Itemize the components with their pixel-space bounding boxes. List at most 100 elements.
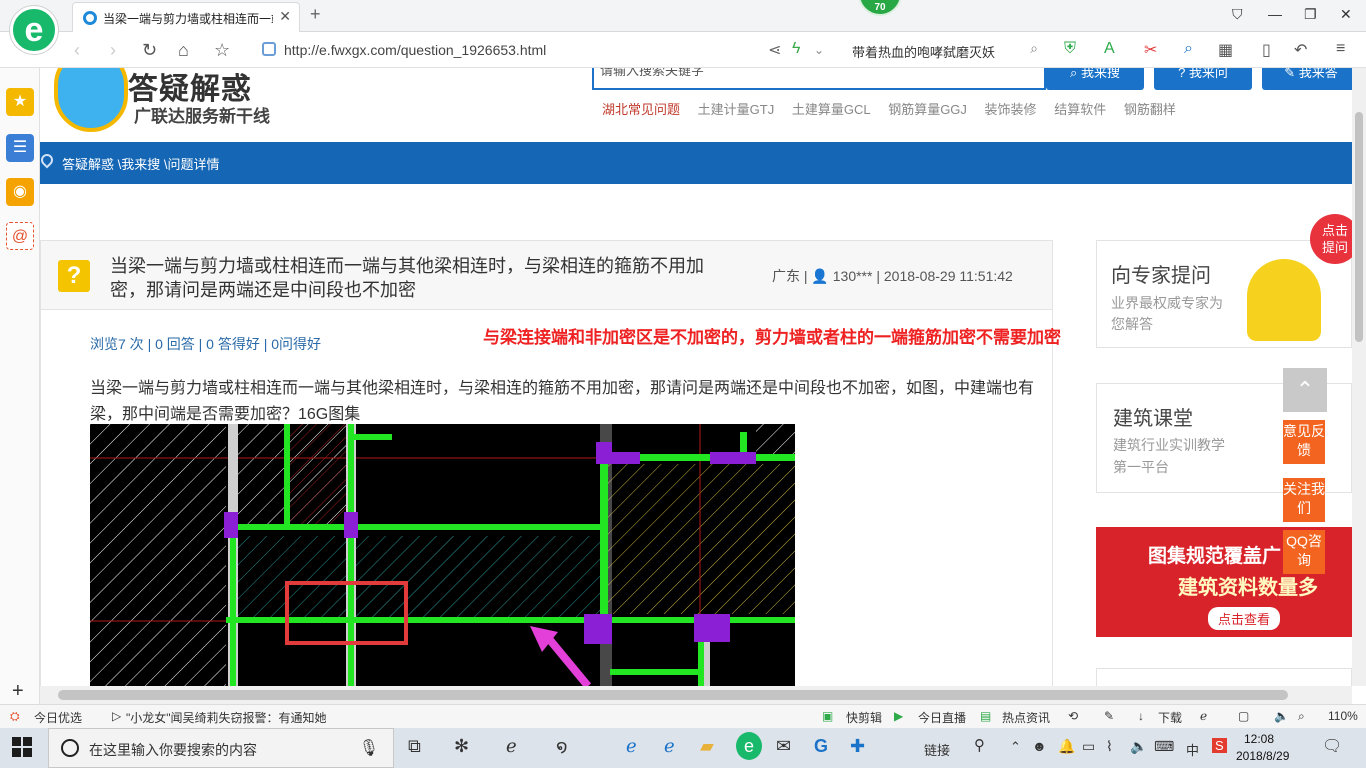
taskbar-link-label[interactable]: 链接 — [924, 740, 950, 759]
hot-link[interactable]: 结算软件 — [1054, 102, 1106, 117]
hot-news-link[interactable]: 热点资讯 — [1002, 709, 1050, 726]
site-search-input[interactable]: 请输入搜索关键字 — [592, 68, 1046, 90]
new-tab-button[interactable]: + — [310, 4, 321, 25]
security-shield-icon[interactable]: ⛨ — [1064, 40, 1076, 58]
news-ticker-link[interactable]: "小龙女"闻吴绮莉失窃报警：有通知她 — [126, 709, 327, 726]
follow-us-button[interactable]: 关注我们 — [1283, 478, 1325, 522]
tray-volume-icon[interactable]: 🔈 — [1130, 738, 1147, 755]
horizontal-scroll-thumb[interactable] — [58, 690, 1288, 700]
tray-notify-icon[interactable]: 🔔 — [1058, 738, 1075, 755]
tray-expand-icon[interactable]: ⌃ — [1010, 739, 1021, 755]
fan-app-icon[interactable]: ✻ — [454, 736, 469, 757]
hot-link[interactable]: 装饰装修 — [985, 102, 1037, 117]
email-icon[interactable]: @ — [6, 222, 34, 250]
wifi-icon[interactable]: ⌇ — [1106, 738, 1113, 755]
forward-icon[interactable]: › — [110, 40, 116, 61]
download-icon[interactable]: ↓ — [1138, 709, 1144, 723]
hot-link[interactable]: 土建计量GTJ — [698, 102, 775, 117]
browser-search-box[interactable]: 带着热血的咆哮弑磨灭妖 ⌕ — [846, 38, 1042, 62]
search-button[interactable]: ⌕ 我来搜 — [1046, 68, 1144, 90]
weibo-icon[interactable]: ◉ — [6, 178, 34, 206]
find-icon[interactable]: ⌕ — [1184, 40, 1193, 58]
minimize-button[interactable]: — — [1268, 6, 1282, 22]
apps-icon[interactable]: ▦ — [1218, 40, 1233, 60]
site-mascot-logo[interactable] — [54, 68, 128, 132]
browser-e-icon[interactable]: ℯ — [506, 736, 517, 757]
window-icon[interactable]: ▢ — [1238, 709, 1249, 723]
refresh-icon[interactable]: ↻ — [142, 40, 157, 61]
sidebar-add-icon[interactable]: + — [12, 680, 24, 703]
building-class-title[interactable]: 建筑课堂 — [1113, 402, 1193, 431]
question-user[interactable]: 130*** — [833, 268, 873, 284]
action-center-icon[interactable]: 🗨 — [1322, 736, 1342, 756]
reading-mode-icon[interactable]: ▯ — [1262, 40, 1271, 60]
tray-battery-icon[interactable]: ▭ — [1082, 738, 1095, 755]
browser-tab[interactable]: 当梁一端与剪力墙或柱相连而一端与其他梁相连时，与梁相连的箍筋不用加密 ✕ — [72, 2, 300, 32]
breadcrumb[interactable]: 答疑解惑 \我来搜 \问题详情 — [62, 154, 219, 173]
taskbar-clock[interactable]: 12:08 2018/8/29 — [1236, 731, 1289, 765]
maximize-button[interactable]: ❐ — [1304, 6, 1317, 23]
back-to-top-button[interactable]: ⌃ — [1283, 368, 1327, 412]
url-bar[interactable]: http://e.fwxgx.com/question_1926653.html — [262, 38, 832, 62]
file-explorer-icon[interactable]: ▰ — [700, 736, 714, 757]
url-text[interactable]: http://e.fwxgx.com/question_1926653.html — [284, 42, 546, 58]
browser-search-text[interactable]: 带着热血的咆哮弑磨灭妖 — [852, 42, 995, 61]
vertical-scrollbar[interactable] — [1352, 68, 1366, 686]
ask-button[interactable]: ? 我来问 — [1154, 68, 1252, 90]
sogou-ime-icon[interactable]: S — [1212, 738, 1227, 753]
horizontal-scrollbar[interactable] — [40, 686, 1352, 704]
hot-link[interactable]: 湖北常见问题 — [602, 102, 680, 117]
vertical-scroll-thumb[interactable] — [1355, 112, 1363, 342]
today-pick-link[interactable]: 今日优选 — [34, 709, 82, 726]
menu-icon[interactable]: ≡ — [1336, 40, 1345, 58]
taskbar-search-box[interactable]: 在这里输入你要搜索的内容 🎙 — [48, 728, 394, 768]
hot-link[interactable]: 钢筋算量GGJ — [888, 102, 967, 117]
search-icon[interactable]: ⌕ — [1030, 40, 1038, 57]
expert-ask-title[interactable]: 向专家提问 — [1111, 259, 1211, 288]
close-window-button[interactable]: ✕ — [1340, 6, 1352, 23]
expert-ask-card[interactable]: 向专家提问 业界最权威专家为您解答 — [1096, 240, 1352, 348]
mode-dropdown-icon[interactable]: ⌄ — [814, 43, 824, 57]
live-link[interactable]: 今日直播 — [918, 709, 966, 726]
windows-start-icon[interactable] — [12, 737, 32, 757]
ask-tip-bubble[interactable]: 点击提问 — [1310, 214, 1352, 264]
plus-app-icon[interactable]: ✚ — [850, 736, 865, 757]
zoom-level[interactable]: 110% — [1328, 709, 1358, 723]
home-icon[interactable]: ⌂ — [178, 40, 189, 61]
task-view-icon[interactable]: ⧉ — [408, 736, 421, 757]
qq-consult-button[interactable]: QQ咨询 — [1283, 530, 1325, 574]
swirl-app-icon[interactable]: ໑ — [556, 736, 568, 757]
download-link[interactable]: 下载 — [1158, 709, 1182, 726]
ime-language[interactable]: 中 — [1186, 740, 1199, 759]
news-list-icon[interactable]: ☰ — [6, 134, 34, 162]
edge-icon[interactable]: ℯ — [626, 736, 637, 757]
favorites-star-icon[interactable]: ★ — [6, 88, 34, 116]
pin-icon[interactable]: ✎ — [1104, 709, 1114, 723]
answer-button[interactable]: ✎ 我来答 — [1262, 68, 1352, 90]
back-icon[interactable]: ‹ — [74, 40, 80, 61]
history-icon[interactable]: ⟲ — [1068, 709, 1078, 723]
feedback-button[interactable]: 意见反馈 — [1283, 420, 1325, 464]
keyboard-icon[interactable]: ⌨ — [1154, 738, 1174, 755]
ie-mode-icon[interactable]: ℯ — [1200, 709, 1207, 723]
undo-icon[interactable]: ↶ — [1294, 40, 1307, 60]
quick-cut-link[interactable]: 快剪辑 — [846, 709, 882, 726]
ie-icon[interactable]: ℯ — [664, 736, 675, 757]
banner-view-button[interactable]: 点击查看 — [1208, 607, 1281, 630]
volume-icon[interactable]: 🔈 — [1274, 709, 1289, 723]
skin-icon[interactable]: ⛉ — [1232, 6, 1243, 23]
hot-link[interactable]: 钢筋翻样 — [1124, 102, 1176, 117]
people-icon[interactable]: ⚲ — [974, 736, 985, 754]
mail-icon[interactable]: ✉ — [776, 736, 791, 757]
translate-icon[interactable]: A — [1104, 40, 1115, 58]
tab-close-icon[interactable]: ✕ — [279, 8, 291, 25]
glodon-g-icon[interactable]: G — [814, 736, 828, 757]
hot-link[interactable]: 土建算量GCL — [792, 102, 871, 117]
share-icon[interactable]: ⋖ — [768, 40, 781, 60]
tray-app-icon[interactable]: ☻ — [1032, 738, 1047, 754]
microphone-icon[interactable]: 🎙 — [359, 738, 379, 758]
browser-logo-icon[interactable]: e — [10, 6, 58, 54]
speed-mode-icon[interactable]: ϟ — [792, 40, 800, 58]
active-browser-icon[interactable]: e — [736, 732, 762, 760]
screenshot-scissors-icon[interactable]: ✂ — [1144, 40, 1157, 60]
